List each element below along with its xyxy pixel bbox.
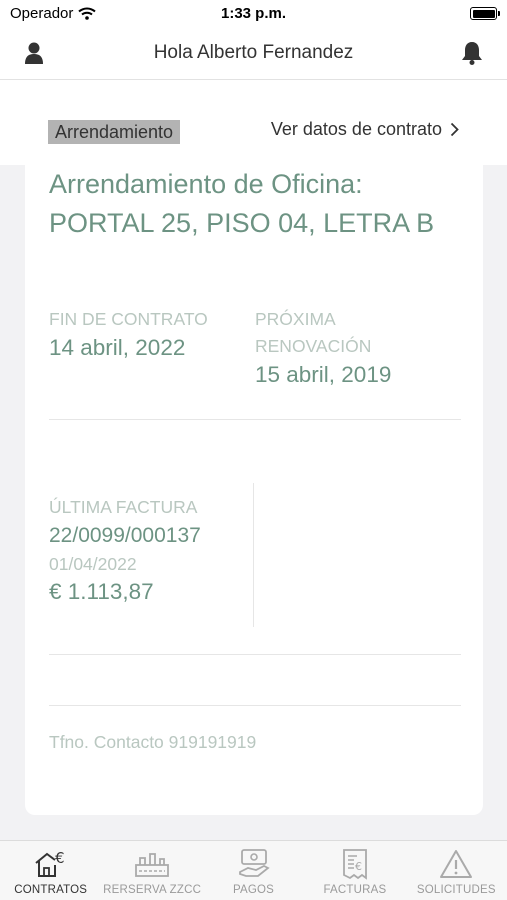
bell-icon[interactable] [460, 40, 484, 71]
contract-type-badge: Arrendamiento [48, 120, 181, 144]
app-header: Hola Alberto Fernandez [0, 28, 507, 80]
facilities-icon [133, 847, 171, 881]
tab-bar: € CONTRATOS RERSERVA ZZCC PAGOS € FACTUR… [0, 840, 507, 900]
contact-phone[interactable]: Tfno. Contacto 919191919 [49, 732, 256, 753]
status-bar: Operador 1:33 p.m. [0, 0, 507, 28]
divider [49, 419, 461, 420]
next-renewal: PRÓXIMA RENOVACIÓN 15 abril, 2019 [255, 306, 415, 390]
invoice-amount: € 1.113,87 [49, 579, 154, 604]
tab-reserva-zzcc[interactable]: RERSERVA ZZCC [101, 841, 202, 900]
invoice-date: 01/04/2022 [49, 554, 137, 574]
tab-label: PAGOS [232, 884, 275, 896]
warning-icon [439, 847, 473, 881]
tab-contratos[interactable]: € CONTRATOS [0, 841, 101, 900]
view-contract-link[interactable]: Ver datos de contrato [271, 119, 459, 140]
svg-text:€: € [55, 849, 65, 867]
next-renewal-label: PRÓXIMA RENOVACIÓN [255, 309, 372, 356]
page-title: Hola Alberto Fernandez [153, 42, 354, 63]
svg-text:€: € [355, 860, 362, 873]
divider [49, 654, 461, 655]
divider [49, 705, 461, 706]
contracts-icon: € [33, 847, 69, 881]
contract-end-value: 14 abril, 2022 [49, 335, 186, 360]
vertical-divider [253, 483, 254, 627]
tab-label: SOLICITUDES [416, 884, 496, 896]
battery-icon [470, 7, 500, 20]
invoice-number: 22/0099/000137 [49, 524, 201, 547]
tab-label: RERSERVA ZZCC [103, 884, 202, 896]
tab-facturas[interactable]: € FACTURAS [304, 841, 405, 900]
contract-end-label: FIN DE CONTRATO [49, 309, 208, 329]
contract-title: Arrendamiento de Oficina: PORTAL 25, PIS… [49, 169, 435, 238]
payments-icon [236, 847, 272, 881]
contract-card: Arrendamiento de Oficina: PORTAL 25, PIS… [25, 165, 483, 815]
chevron-right-icon [450, 122, 459, 137]
tab-pagos[interactable]: PAGOS [203, 841, 304, 900]
invoices-icon: € [339, 847, 371, 881]
last-invoice[interactable]: ÚLTIMA FACTURA 22/0099/000137 01/04/2022… [49, 494, 201, 607]
tab-solicitudes[interactable]: SOLICITUDES [406, 841, 507, 900]
view-contract-label: Ver datos de contrato [270, 119, 442, 139]
tab-label: FACTURAS [323, 884, 387, 896]
next-renewal-value: 15 abril, 2019 [255, 362, 392, 387]
last-invoice-label: ÚLTIMA FACTURA [49, 497, 198, 517]
tab-label: CONTRATOS [14, 884, 88, 896]
status-time: 1:33 p.m. [220, 5, 287, 22]
contract-end: FIN DE CONTRATO 14 abril, 2022 [49, 306, 208, 363]
